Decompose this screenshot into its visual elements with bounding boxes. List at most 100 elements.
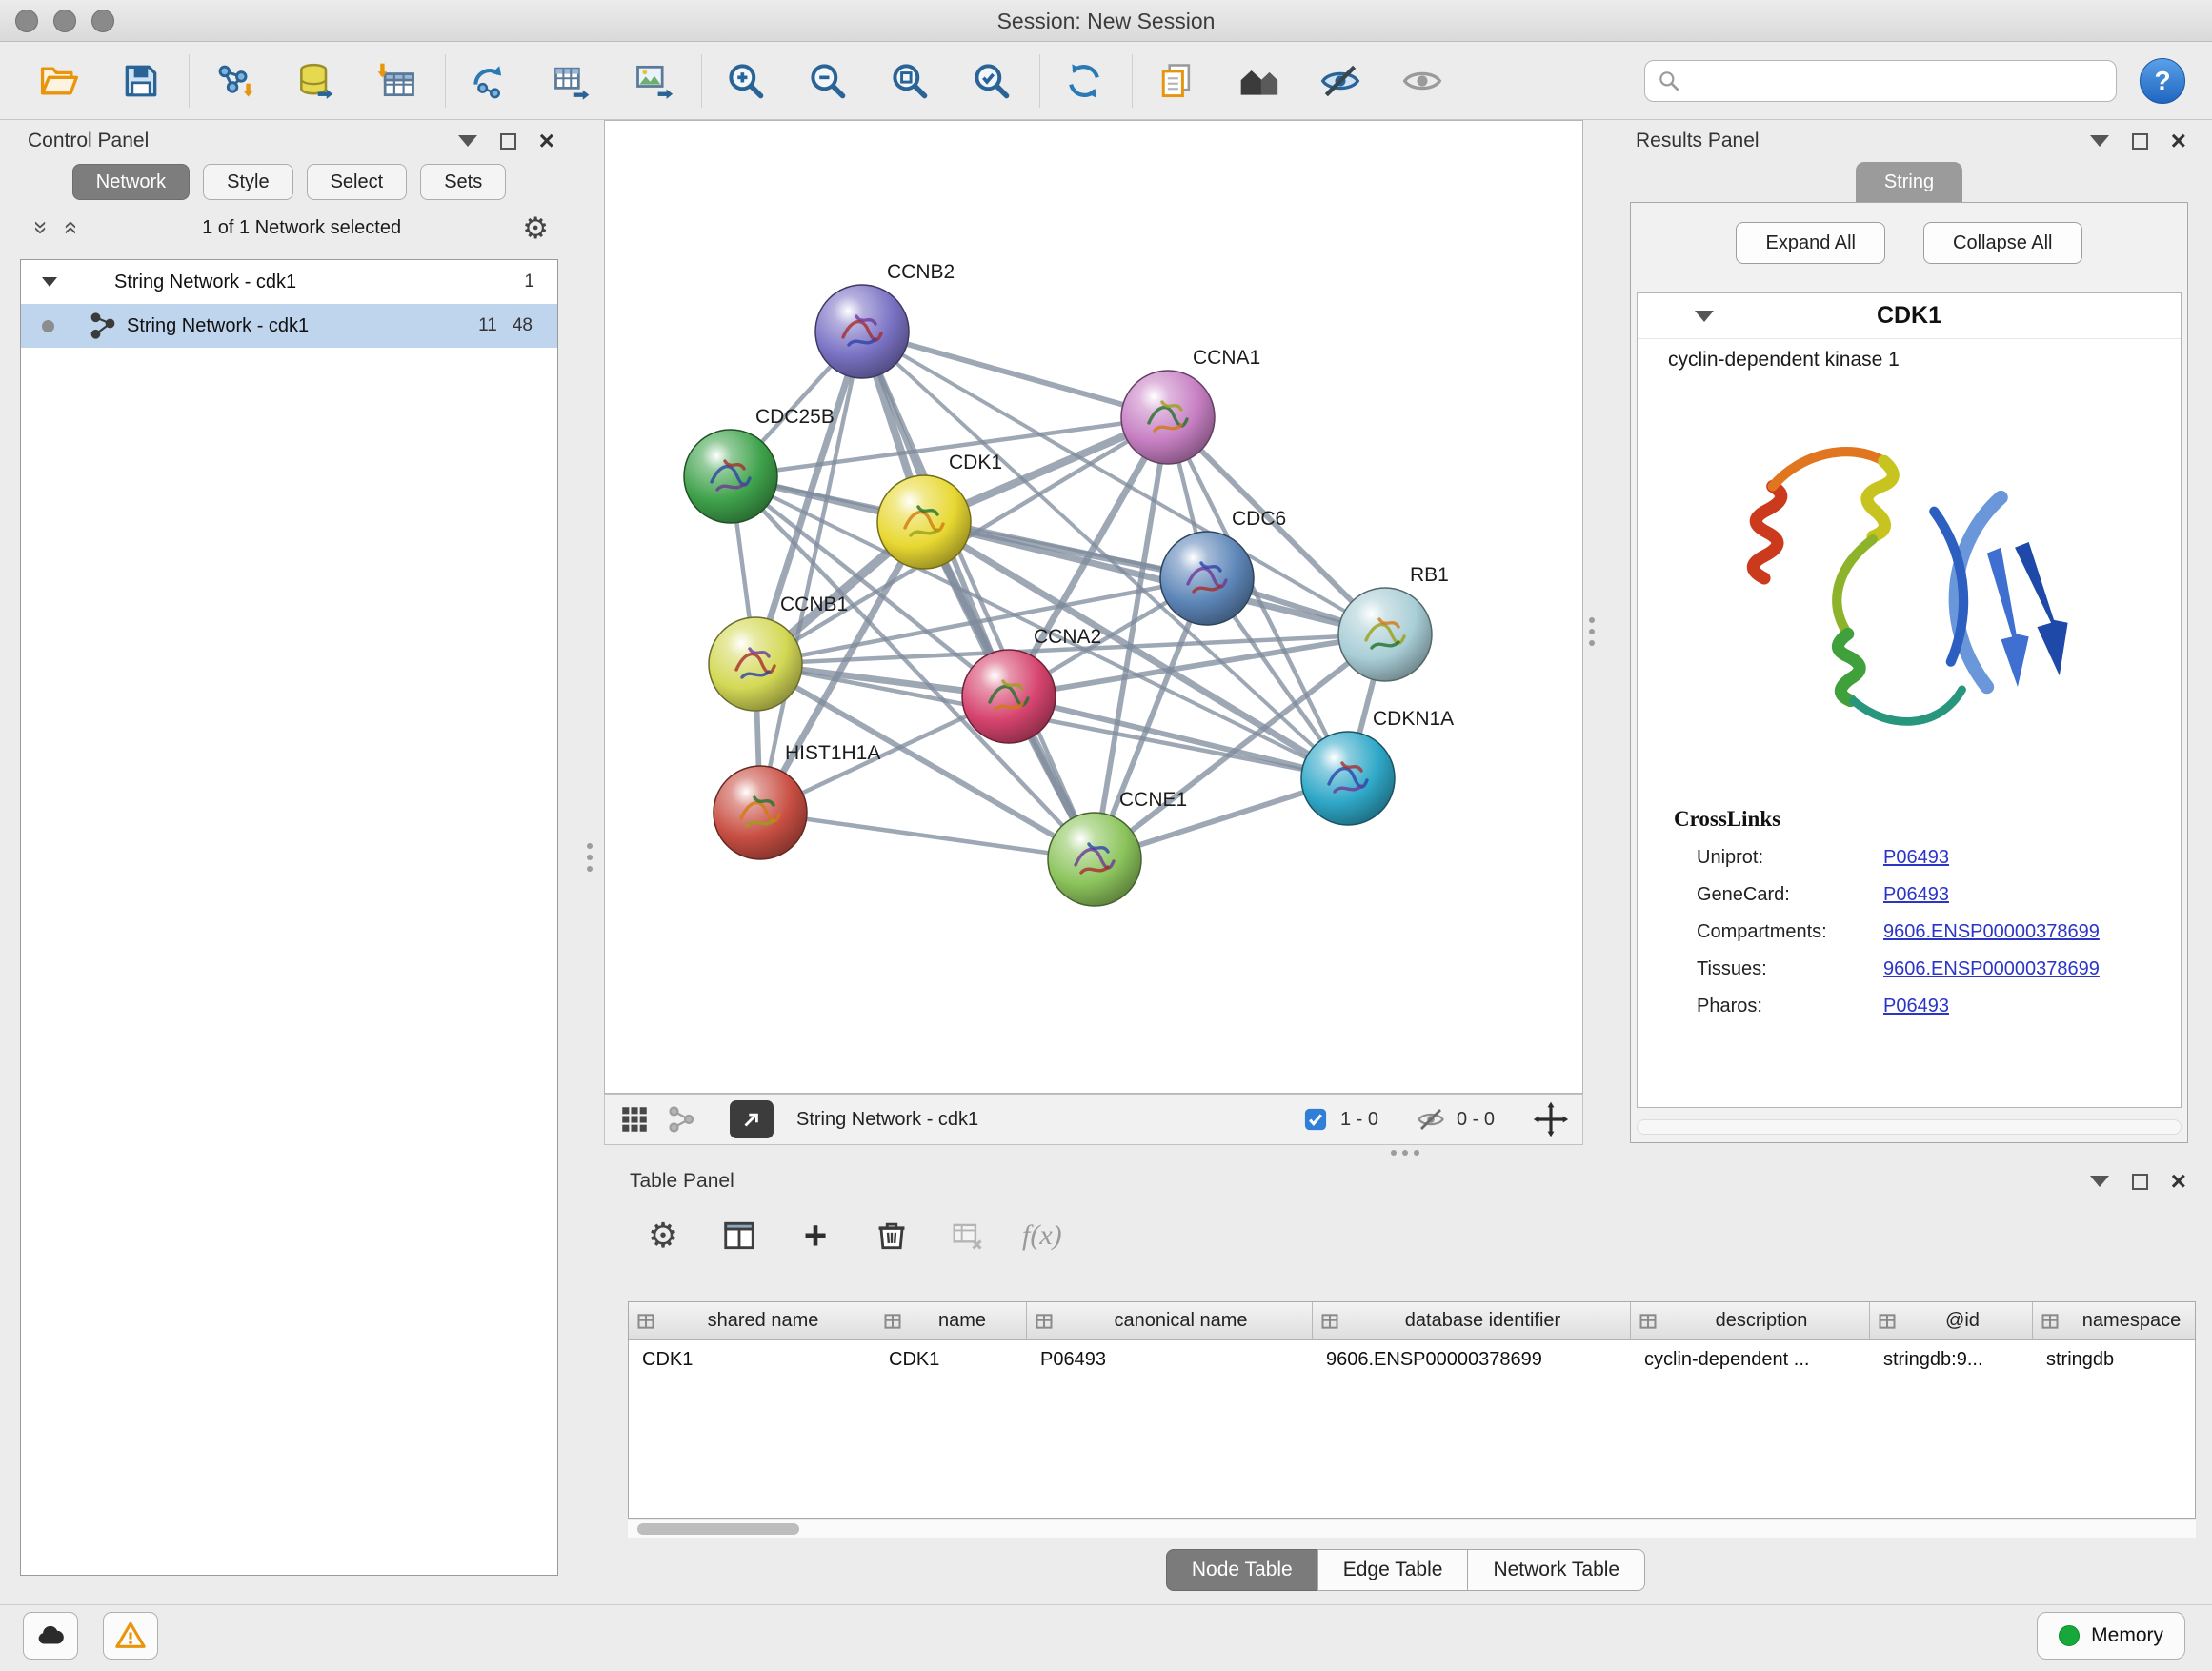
table-cell[interactable]: CDK1	[629, 1340, 875, 1379]
crosslink-link[interactable]: P06493	[1883, 847, 1949, 869]
network-row[interactable]: String Network - cdk1 11 48	[21, 304, 557, 348]
scrollbar-thumb[interactable]	[637, 1523, 799, 1535]
toolbar-search[interactable]	[1644, 60, 2117, 102]
close-panel-icon[interactable]: ×	[2171, 128, 2186, 154]
collapse-all-button[interactable]: Collapse All	[1923, 222, 2082, 264]
maximize-panel-icon[interactable]	[500, 133, 516, 150]
show-columns-button[interactable]	[717, 1214, 761, 1258]
import-table-button[interactable]	[372, 56, 422, 106]
selected-checkbox-icon[interactable]	[1302, 1106, 1329, 1133]
maximize-panel-icon[interactable]	[2132, 1174, 2148, 1190]
close-window-button[interactable]	[15, 10, 38, 32]
function-builder-button[interactable]: f(x)	[1022, 1219, 1062, 1252]
close-panel-icon[interactable]: ×	[2171, 1168, 2186, 1195]
tab-network[interactable]: Network	[72, 164, 190, 200]
export-network-button[interactable]	[730, 1100, 774, 1138]
memory-button[interactable]: Memory	[2037, 1612, 2185, 1660]
network-node-cdc6[interactable]	[1160, 532, 1254, 625]
float-panel-icon[interactable]	[2090, 1176, 2109, 1187]
zoom-fit-button[interactable]	[885, 56, 935, 106]
close-panel-icon[interactable]: ×	[539, 128, 554, 154]
birdseye-grid-icon[interactable]	[618, 1103, 651, 1136]
zoom-selected-button[interactable]	[967, 56, 1016, 106]
tab-sets[interactable]: Sets	[420, 164, 506, 200]
network-node-hist1h1a[interactable]	[714, 766, 807, 859]
network-node-cdkn1a[interactable]	[1301, 732, 1395, 825]
show-all-button[interactable]	[1398, 56, 1447, 106]
crosslink-link[interactable]: 9606.ENSP00000378699	[1883, 958, 2100, 980]
tab-network-table[interactable]: Network Table	[1467, 1549, 1645, 1591]
save-session-button[interactable]	[116, 56, 166, 106]
table-cell[interactable]: stringdb:9...	[1870, 1340, 2033, 1379]
expand-all-networks-icon[interactable]: »	[56, 215, 81, 240]
open-session-button[interactable]	[34, 56, 84, 106]
minimize-window-button[interactable]	[53, 10, 76, 32]
collapse-all-networks-icon[interactable]: »	[30, 215, 54, 240]
tab-edge-table[interactable]: Edge Table	[1317, 1549, 1469, 1591]
float-panel-icon[interactable]	[458, 135, 477, 147]
zoom-in-button[interactable]	[721, 56, 771, 106]
zoom-out-button[interactable]	[803, 56, 853, 106]
import-network-database-button[interactable]	[291, 56, 340, 106]
export-image-button[interactable]	[629, 56, 678, 106]
network-options-gear-icon[interactable]: ⚙	[522, 213, 549, 243]
expand-all-button[interactable]: Expand All	[1736, 222, 1885, 264]
network-overview-icon[interactable]	[666, 1103, 698, 1136]
network-edge[interactable]	[760, 332, 862, 813]
network-node-rb1[interactable]	[1338, 588, 1432, 681]
network-node-ccnb2[interactable]	[815, 285, 909, 378]
hide-selected-button[interactable]	[1316, 56, 1365, 106]
left-splitter-handle[interactable]	[587, 843, 593, 849]
network-collection-row[interactable]: String Network - cdk1 1	[21, 260, 557, 304]
table-cell[interactable]: cyclin-dependent ...	[1631, 1340, 1870, 1379]
help-button[interactable]: ?	[2140, 58, 2185, 104]
move-crosshair-icon[interactable]	[1533, 1101, 1569, 1137]
column-header-id[interactable]: @id	[1870, 1302, 2033, 1340]
merge-networks-button[interactable]	[465, 56, 514, 106]
tab-select[interactable]: Select	[307, 164, 408, 200]
column-header-database-identifier[interactable]: database identifier	[1313, 1302, 1631, 1340]
column-header-namespace[interactable]: namespace	[2033, 1302, 2196, 1340]
search-input[interactable]	[1689, 69, 2104, 92]
copy-button[interactable]	[1152, 56, 1201, 106]
float-panel-icon[interactable]	[2090, 135, 2109, 147]
network-canvas[interactable]: CCNB2CCNA1CDC25BCDK1CDC6RB1CCNB1CCNA2CDK…	[604, 120, 1583, 1094]
table-cell[interactable]: stringdb	[2033, 1340, 2196, 1379]
network-node-ccna2[interactable]	[962, 650, 1056, 743]
table-cell[interactable]: P06493	[1027, 1340, 1313, 1379]
network-node-ccnb1[interactable]	[709, 617, 802, 711]
warnings-button[interactable]	[103, 1612, 158, 1660]
table-cell[interactable]: 9606.ENSP00000378699	[1313, 1340, 1631, 1379]
column-header-shared-name[interactable]: shared name	[629, 1302, 875, 1340]
table-horizontal-scrollbar[interactable]	[628, 1520, 2196, 1538]
add-column-button[interactable]: +	[794, 1214, 837, 1258]
tab-style[interactable]: Style	[203, 164, 292, 200]
tab-node-table[interactable]: Node Table	[1166, 1549, 1318, 1591]
maximize-panel-icon[interactable]	[2132, 133, 2148, 150]
crosslink-link[interactable]: 9606.ENSP00000378699	[1883, 921, 2100, 943]
right-splitter-handle[interactable]	[1589, 617, 1595, 623]
tab-string[interactable]: String	[1856, 162, 1962, 202]
network-node-cdk1[interactable]	[877, 475, 971, 569]
delete-column-button[interactable]	[870, 1214, 914, 1258]
column-header-canonical-name[interactable]: canonical name	[1027, 1302, 1313, 1340]
hidden-eye-slash-icon[interactable]	[1417, 1105, 1445, 1134]
table-settings-gear-icon[interactable]: ⚙	[641, 1214, 685, 1258]
network-node-ccne1[interactable]	[1048, 813, 1141, 906]
network-edge[interactable]	[862, 332, 1095, 859]
table-cell[interactable]: CDK1	[875, 1340, 1027, 1379]
collapse-section-icon[interactable]	[1695, 311, 1714, 322]
crosslink-link[interactable]: P06493	[1883, 884, 1949, 906]
column-header-description[interactable]: description	[1631, 1302, 1870, 1340]
collapse-collection-icon[interactable]	[42, 277, 57, 287]
home-button[interactable]	[1234, 56, 1283, 106]
network-node-ccna1[interactable]	[1121, 371, 1215, 464]
import-network-file-button[interactable]	[209, 56, 258, 106]
network-from-table-button[interactable]	[547, 56, 596, 106]
results-horizontal-scrollbar[interactable]	[1637, 1119, 2182, 1135]
cloud-status-button[interactable]	[23, 1612, 78, 1660]
network-node-cdc25b[interactable]	[684, 430, 777, 523]
column-header-name[interactable]: name	[875, 1302, 1027, 1340]
network-graph[interactable]: CCNB2CCNA1CDC25BCDK1CDC6RB1CCNB1CCNA2CDK…	[605, 121, 1582, 1093]
table-row[interactable]: CDK1CDK1P064939606.ENSP00000378699cyclin…	[629, 1340, 2195, 1379]
